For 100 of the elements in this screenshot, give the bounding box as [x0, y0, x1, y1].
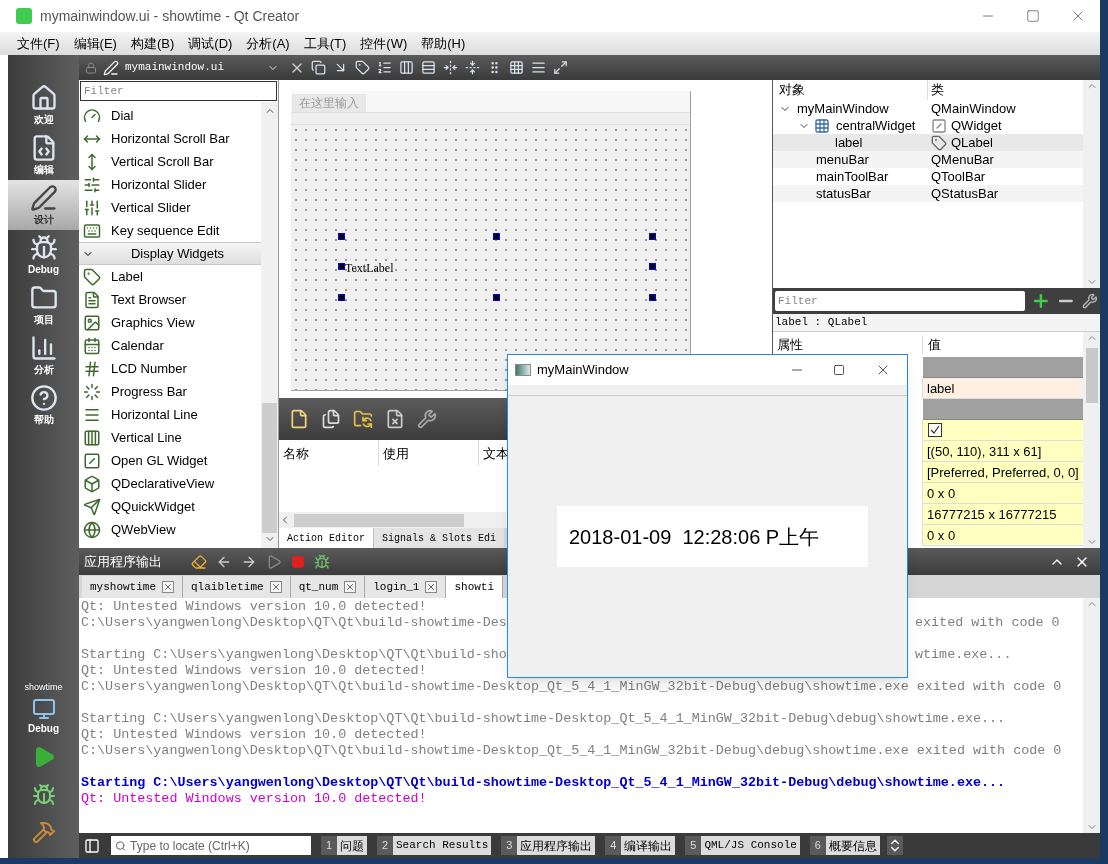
close-icon[interactable]: [344, 581, 357, 593]
rows-icon[interactable]: [421, 60, 436, 75]
resize-handle[interactable]: [493, 294, 500, 301]
scrollbar-thumb[interactable]: [262, 403, 277, 533]
widget-item[interactable]: Vertical Slider: [79, 196, 261, 219]
widget-item[interactable]: Horizontal Slider: [79, 173, 261, 196]
resize-handle[interactable]: [338, 263, 345, 270]
scrollbar-thumb[interactable]: [294, 513, 464, 527]
resize-handle[interactable]: [649, 294, 656, 301]
property-value-cell[interactable]: 0 x 0: [923, 483, 1083, 504]
tab[interactable]: showti: [446, 576, 504, 598]
bug-icon[interactable]: [31, 783, 56, 807]
close-icon[interactable]: [162, 581, 174, 593]
tab[interactable]: Action Editor: [279, 528, 373, 548]
tree-row[interactable]: menuBar QMenuBar: [773, 151, 1083, 168]
filter-field[interactable]: Filter: [80, 81, 277, 101]
bug-icon[interactable]: [314, 553, 330, 570]
category-header[interactable]: Display Widgets: [79, 242, 261, 265]
mode-button[interactable]: 分析: [8, 330, 79, 380]
mode-button[interactable]: 设计: [8, 180, 79, 230]
checkbox[interactable]: [928, 423, 942, 437]
mode-button[interactable]: 项目: [8, 280, 79, 330]
mode-button[interactable]: 欢迎: [8, 80, 79, 130]
widget-item[interactable]: Horizontal Scroll Bar: [79, 127, 261, 150]
widget-item[interactable]: Progress Bar: [79, 380, 261, 403]
numbered-list-icon[interactable]: [377, 60, 392, 75]
locate-field[interactable]: Type to locate (Ctrl+K): [111, 836, 311, 855]
property-value-cell[interactable]: label: [923, 378, 1083, 399]
resize-handle[interactable]: [649, 233, 656, 240]
file-selector[interactable]: mymainwindow.ui: [79, 56, 285, 79]
resize-handle[interactable]: [493, 233, 500, 240]
menu-item[interactable]: 构建(B): [130, 33, 175, 54]
mode-button[interactable]: 编辑: [8, 130, 79, 180]
wrench-icon[interactable]: [1082, 293, 1098, 309]
menu-item[interactable]: 帮助(H): [421, 33, 466, 54]
widget-item[interactable]: Dial: [79, 104, 261, 127]
grid-icon[interactable]: [509, 60, 524, 75]
widget-item[interactable]: Horizontal Line: [79, 403, 261, 426]
folder-icon[interactable]: [353, 409, 373, 429]
columns-icon[interactable]: [399, 60, 414, 75]
up-down-icon[interactable]: [886, 836, 903, 855]
resize-handle[interactable]: [338, 233, 345, 240]
widget-item[interactable]: Open GL Widget: [79, 449, 261, 472]
mode-button[interactable]: Debug: [8, 230, 79, 280]
widget-item[interactable]: Vertical Line: [79, 426, 261, 449]
menu-item[interactable]: 编辑(E): [73, 33, 117, 54]
menu-item[interactable]: 文件(F): [17, 33, 60, 54]
menu-item[interactable]: 工具(T): [303, 33, 347, 54]
menu-item[interactable]: 分析(A): [246, 33, 290, 54]
filter-field[interactable]: Filter: [775, 291, 1025, 311]
wrench-icon[interactable]: [417, 409, 437, 429]
text-label[interactable]: TextLabel: [345, 259, 394, 277]
resize-handle[interactable]: [649, 263, 656, 270]
close-icon[interactable]: [269, 581, 282, 593]
widget-item[interactable]: LCD Number: [79, 357, 261, 380]
fold-vertical-icon[interactable]: [465, 60, 480, 75]
widget-item[interactable]: Key sequence Edit: [79, 219, 261, 242]
menu-item[interactable]: 控件(W): [360, 33, 408, 54]
close-icon[interactable]: [425, 581, 438, 593]
mode-button[interactable]: 帮助: [8, 380, 79, 430]
run-icon[interactable]: [266, 553, 282, 570]
scrollbar-thumb[interactable]: [1085, 348, 1098, 403]
scrollbar[interactable]: [1083, 332, 1100, 548]
property-value-cell[interactable]: 0 x 0: [923, 525, 1083, 546]
tab[interactable]: qt_num: [290, 576, 366, 598]
resize-handle[interactable]: [338, 294, 345, 301]
property-value-cell[interactable]: [(50, 110), 311 x 61]: [923, 441, 1083, 462]
column-header[interactable]: 类: [928, 80, 944, 100]
widget-item[interactable]: Text Browser: [79, 288, 261, 311]
widget-item[interactable]: Graphics View: [79, 311, 261, 334]
tree-row[interactable]: label QLabel: [773, 134, 1083, 151]
fold-horizontal-icon[interactable]: [443, 60, 458, 75]
column-header[interactable]: 对象: [773, 80, 928, 100]
scrollbar[interactable]: [261, 102, 278, 548]
lock-icon[interactable]: [85, 61, 97, 74]
file-icon[interactable]: [289, 409, 309, 429]
kit-selector[interactable]: Debug: [8, 694, 79, 738]
hammer-icon[interactable]: [31, 820, 56, 844]
tree-row[interactable]: statusBar QStatusBar: [773, 185, 1083, 202]
widget-item[interactable]: QWebView: [79, 518, 261, 541]
maximize-icon[interactable]: [833, 364, 845, 376]
widget-item[interactable]: QDeclarativeView: [79, 472, 261, 495]
widget-item[interactable]: Vertical Scroll Bar: [79, 150, 261, 173]
sidebar-toggle-icon[interactable]: [84, 837, 100, 854]
menu-item[interactable]: 调试(D): [188, 33, 233, 54]
tab[interactable]: qlaibletime: [183, 576, 291, 598]
tab[interactable]: login_1: [365, 576, 447, 598]
column-header[interactable]: 值: [923, 334, 941, 355]
copy-icon[interactable]: [311, 60, 326, 75]
tab[interactable]: myshowtime: [82, 576, 183, 598]
lines-icon[interactable]: [531, 60, 546, 75]
scrollbar[interactable]: [279, 512, 506, 528]
maximize-icon[interactable]: [553, 60, 568, 75]
eraser-icon[interactable]: [191, 553, 207, 570]
delete-file-icon[interactable]: [385, 409, 405, 429]
widget-item[interactable]: Calendar: [79, 334, 261, 357]
stop-icon[interactable]: [291, 554, 305, 569]
property-value-cell[interactable]: 16777215 x 16777215: [923, 504, 1083, 525]
widget-item[interactable]: QQuickWidget: [79, 495, 261, 518]
files-icon[interactable]: [321, 409, 341, 429]
